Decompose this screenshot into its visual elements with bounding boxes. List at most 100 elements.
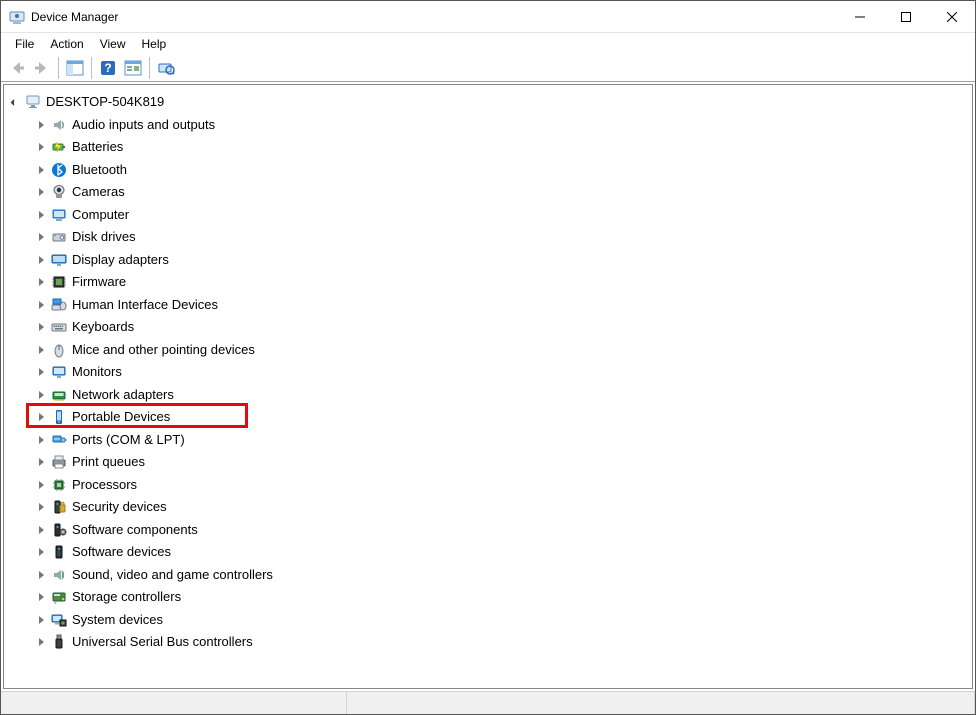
title-bar: Device Manager bbox=[1, 1, 975, 33]
tree-item[interactable]: Mice and other pointing devices bbox=[4, 339, 972, 362]
tree-item[interactable]: Sound, video and game controllers bbox=[4, 564, 972, 587]
expander-icon[interactable] bbox=[34, 388, 48, 402]
tree-item[interactable]: Network adapters bbox=[4, 384, 972, 407]
scan-hardware-button[interactable] bbox=[154, 56, 178, 80]
storage-icon bbox=[50, 588, 68, 606]
tree-item[interactable]: Computer bbox=[4, 204, 972, 227]
window-title: Device Manager bbox=[31, 10, 837, 24]
expander-icon[interactable] bbox=[34, 253, 48, 267]
tree-item-label: Ports (COM & LPT) bbox=[72, 429, 185, 451]
toolbar: ? bbox=[1, 54, 975, 82]
menu-action[interactable]: Action bbox=[42, 35, 91, 53]
system-icon bbox=[50, 611, 68, 629]
audio-icon bbox=[50, 116, 68, 134]
tree-item-label: Cameras bbox=[72, 181, 125, 203]
expander-icon[interactable] bbox=[8, 95, 22, 109]
tree-item[interactable]: Firmware bbox=[4, 271, 972, 294]
toolbar-separator bbox=[58, 57, 59, 79]
tree-item[interactable]: Keyboards bbox=[4, 316, 972, 339]
expander-icon[interactable] bbox=[34, 298, 48, 312]
expander-icon[interactable] bbox=[34, 523, 48, 537]
toolbar-separator bbox=[149, 57, 150, 79]
swdev-icon bbox=[50, 543, 68, 561]
tree-item[interactable]: Software components bbox=[4, 519, 972, 542]
sound-icon bbox=[50, 566, 68, 584]
tree-item[interactable]: Portable Devices bbox=[4, 406, 972, 429]
expander-icon[interactable] bbox=[34, 568, 48, 582]
tree-item[interactable]: Storage controllers bbox=[4, 586, 972, 609]
tree-item-label: Monitors bbox=[72, 361, 122, 383]
menu-help[interactable]: Help bbox=[134, 35, 175, 53]
expander-icon[interactable] bbox=[34, 433, 48, 447]
expander-icon[interactable] bbox=[34, 590, 48, 604]
expander-icon[interactable] bbox=[34, 455, 48, 469]
expander-icon[interactable] bbox=[34, 320, 48, 334]
tree-item[interactable]: Universal Serial Bus controllers bbox=[4, 631, 972, 654]
show-hide-console-tree-button[interactable] bbox=[63, 56, 87, 80]
tree-item[interactable]: System devices bbox=[4, 609, 972, 632]
tree-item[interactable]: Bluetooth bbox=[4, 159, 972, 182]
nav-back-button[interactable] bbox=[5, 56, 29, 80]
tree-item[interactable]: Security devices bbox=[4, 496, 972, 519]
tree-root[interactable]: DESKTOP-504K819 bbox=[4, 91, 972, 114]
menu-bar: File Action View Help bbox=[1, 33, 975, 54]
device-tree[interactable]: DESKTOP-504K819 Audio inputs and outputs… bbox=[3, 84, 973, 689]
maximize-button[interactable] bbox=[883, 1, 929, 32]
tree-item-label: Keyboards bbox=[72, 316, 134, 338]
nav-forward-button[interactable] bbox=[30, 56, 54, 80]
tree-item-label: Audio inputs and outputs bbox=[72, 114, 215, 136]
expander-icon[interactable] bbox=[34, 365, 48, 379]
expander-icon[interactable] bbox=[34, 500, 48, 514]
expander-icon[interactable] bbox=[34, 635, 48, 649]
toolbar-separator bbox=[91, 57, 92, 79]
tree-item[interactable]: Human Interface Devices bbox=[4, 294, 972, 317]
tree-item[interactable]: Print queues bbox=[4, 451, 972, 474]
computer-icon bbox=[50, 206, 68, 224]
menu-file[interactable]: File bbox=[7, 35, 42, 53]
menu-view[interactable]: View bbox=[92, 35, 134, 53]
tree-item-label: Universal Serial Bus controllers bbox=[72, 631, 253, 653]
close-button[interactable] bbox=[929, 1, 975, 32]
tree-item-label: Network adapters bbox=[72, 384, 174, 406]
expander-icon[interactable] bbox=[34, 410, 48, 424]
expander-icon[interactable] bbox=[34, 545, 48, 559]
tree-item[interactable]: Display adapters bbox=[4, 249, 972, 272]
tree-item[interactable]: Cameras bbox=[4, 181, 972, 204]
tree-item[interactable]: Disk drives bbox=[4, 226, 972, 249]
expander-icon[interactable] bbox=[34, 185, 48, 199]
tree-item[interactable]: Audio inputs and outputs bbox=[4, 114, 972, 137]
expander-icon[interactable] bbox=[34, 478, 48, 492]
bluetooth-icon bbox=[50, 161, 68, 179]
help-button[interactable]: ? bbox=[96, 56, 120, 80]
tree-item-label: Disk drives bbox=[72, 226, 136, 248]
expander-icon[interactable] bbox=[34, 613, 48, 627]
status-bar bbox=[1, 691, 975, 714]
display-icon bbox=[50, 251, 68, 269]
tree-item[interactable]: Monitors bbox=[4, 361, 972, 384]
battery-icon bbox=[50, 138, 68, 156]
minimize-button[interactable] bbox=[837, 1, 883, 32]
tree-item-label: Mice and other pointing devices bbox=[72, 339, 255, 361]
tree-item[interactable]: Processors bbox=[4, 474, 972, 497]
tree-item[interactable]: Ports (COM & LPT) bbox=[4, 429, 972, 452]
expander-icon[interactable] bbox=[34, 140, 48, 154]
tree-item[interactable]: Software devices bbox=[4, 541, 972, 564]
expander-icon[interactable] bbox=[34, 343, 48, 357]
disk-icon bbox=[50, 228, 68, 246]
expander-icon[interactable] bbox=[34, 163, 48, 177]
security-icon bbox=[50, 498, 68, 516]
firmware-icon bbox=[50, 273, 68, 291]
printer-icon bbox=[50, 453, 68, 471]
properties-button[interactable] bbox=[121, 56, 145, 80]
tree-item-label: Batteries bbox=[72, 136, 123, 158]
tree-item-label: Software components bbox=[72, 519, 198, 541]
network-icon bbox=[50, 386, 68, 404]
tree-item-label: Sound, video and game controllers bbox=[72, 564, 273, 586]
tree-item[interactable]: Batteries bbox=[4, 136, 972, 159]
expander-icon[interactable] bbox=[34, 118, 48, 132]
expander-icon[interactable] bbox=[34, 275, 48, 289]
expander-icon[interactable] bbox=[34, 230, 48, 244]
expander-icon[interactable] bbox=[34, 208, 48, 222]
app-icon bbox=[9, 9, 25, 25]
tree-item-label: Human Interface Devices bbox=[72, 294, 218, 316]
